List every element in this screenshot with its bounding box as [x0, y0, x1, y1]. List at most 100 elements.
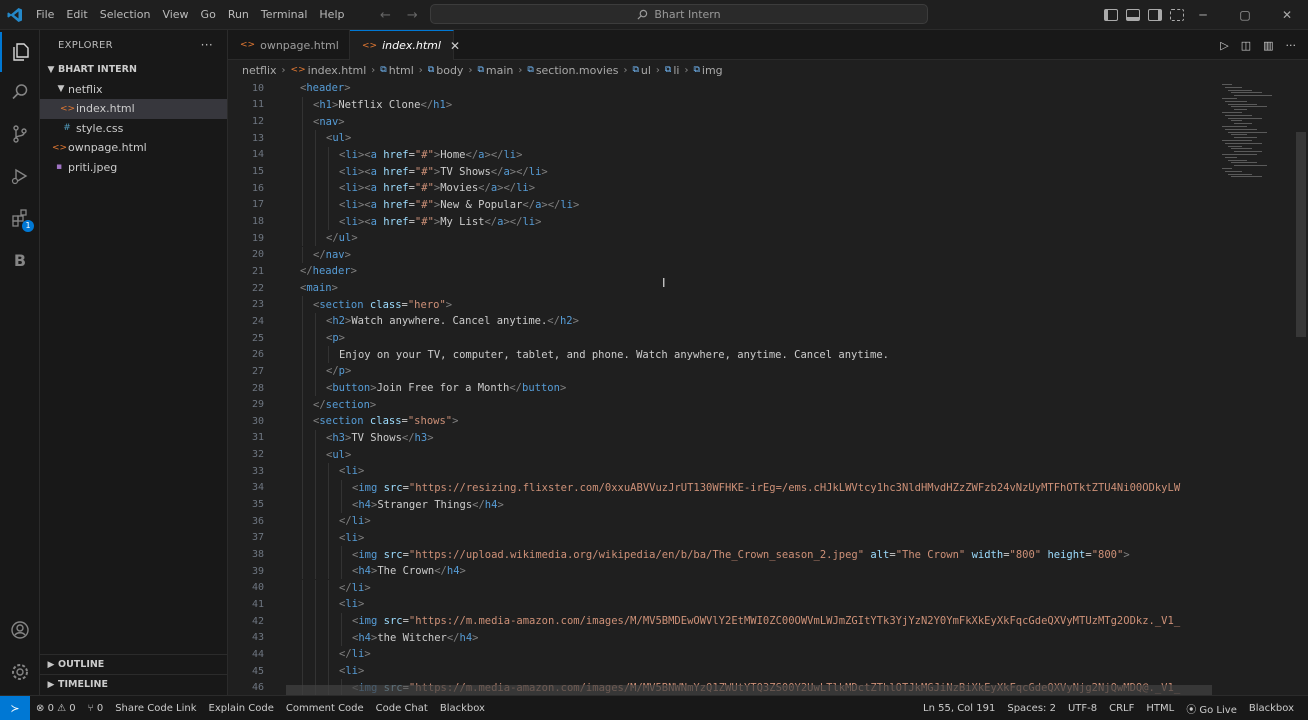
search-icon[interactable] [0, 72, 40, 112]
language-mode[interactable]: HTML [1140, 703, 1180, 714]
line-number: 17 [251, 199, 264, 211]
code-token: > [427, 431, 434, 444]
files-icon[interactable] [0, 32, 40, 72]
status-code-chat[interactable]: Code Chat [370, 703, 434, 714]
menu-item-selection[interactable]: Selection [94, 0, 157, 30]
back-arrow-icon[interactable]: ← [380, 8, 391, 23]
code-content: <header> [300, 82, 351, 94]
tab-index-html[interactable]: <> index.html ✕ [350, 30, 460, 60]
explorer-header: EXPLORER ··· [40, 30, 227, 60]
code-editor[interactable]: 10 <header> 11 <h1>Netflix Clone</h1> 12 <nav… [228, 80, 1308, 695]
vertical-scrollbar[interactable] [1296, 132, 1306, 337]
run-debug-icon[interactable] [0, 156, 40, 196]
menu-item-help[interactable]: Help [313, 0, 350, 30]
code-token: section [325, 398, 370, 411]
minimap[interactable] [1218, 80, 1286, 180]
code-line: 24 <h2>Watch anywhere. Cancel anytime.</h… [228, 313, 1228, 330]
indent-guide [302, 646, 303, 663]
blackbox-icon[interactable]: B [0, 240, 40, 280]
problems-indicator[interactable]: ⊗ 0 ⚠ 0 [30, 703, 82, 714]
account-icon[interactable] [0, 610, 40, 650]
line-number: 46 [251, 682, 264, 694]
code-line: 44 </li> [228, 646, 1228, 663]
indent-guide [328, 346, 329, 364]
workspace-folder[interactable]: ▼ BHART INTERN [40, 60, 227, 80]
code-token: href [383, 215, 409, 228]
timeline-section[interactable]: ▶ TIMELINE [40, 674, 228, 694]
breadcrumb-item[interactable]: ul [641, 64, 651, 77]
line-number: 25 [251, 332, 264, 344]
minimap-line [1222, 84, 1232, 85]
blackbox-status[interactable]: Blackbox [1243, 703, 1300, 714]
tree-item-netflix-folder[interactable]: ▼ netflix [40, 80, 227, 100]
source-control-icon[interactable] [0, 114, 40, 154]
menu-item-edit[interactable]: Edit [60, 0, 93, 30]
ports-indicator[interactable]: ⑂ 0 [82, 703, 110, 714]
go-live-button[interactable]: ⦿ Go Live [1180, 701, 1243, 716]
split-editor-icon[interactable]: ▥ [1263, 39, 1273, 52]
code-token: ul [332, 132, 345, 145]
menu-item-view[interactable]: View [156, 0, 194, 30]
tree-item-index-html[interactable]: <> index.html [40, 99, 227, 119]
command-center-search[interactable]: Bhart Intern [430, 4, 928, 24]
toggle-panel-icon[interactable] [1126, 9, 1140, 21]
settings-gear-icon[interactable] [0, 652, 40, 692]
code-content: <li> [339, 465, 364, 477]
code-content: <li><a href="#">New & Popular</a></li> [339, 199, 579, 211]
encoding[interactable]: UTF-8 [1062, 703, 1103, 714]
close-window-button[interactable]: ✕ [1266, 0, 1308, 30]
end-of-line[interactable]: CRLF [1103, 703, 1140, 714]
more-icon[interactable]: ··· [1286, 39, 1297, 52]
menu-item-go[interactable]: Go [195, 0, 222, 30]
menu-item-file[interactable]: File [30, 0, 60, 30]
cursor-position[interactable]: Ln 55, Col 191 [917, 703, 1001, 714]
breadcrumb-item[interactable]: li [673, 64, 679, 77]
remote-indicator-icon[interactable]: ≻ [0, 696, 30, 720]
breadcrumb-item[interactable]: index.html [308, 64, 367, 77]
toggle-primary-sidebar-icon[interactable] [1104, 9, 1118, 21]
breadcrumb-item[interactable]: body [436, 64, 463, 77]
maximize-button[interactable]: ▢ [1224, 0, 1266, 30]
outline-section[interactable]: ▶ OUTLINE [40, 654, 228, 674]
breadcrumb-item[interactable]: netflix [242, 64, 277, 77]
breadcrumb-item[interactable]: html [389, 64, 414, 77]
status-explain-code[interactable]: Explain Code [203, 703, 280, 714]
indent-guide [302, 379, 303, 397]
toggle-secondary-sidebar-icon[interactable] [1148, 9, 1162, 21]
horizontal-scrollbar[interactable] [286, 685, 1212, 695]
symbol-element-icon: ⧉ [477, 65, 484, 75]
tree-item-ownpage-html[interactable]: <> ownpage.html [40, 138, 227, 158]
menu-item-terminal[interactable]: Terminal [255, 0, 314, 30]
minimap-line [1231, 176, 1262, 178]
forward-arrow-icon[interactable]: → [407, 8, 418, 23]
breadcrumb-item[interactable]: section.movies [536, 64, 619, 77]
status-comment-code[interactable]: Comment Code [280, 703, 370, 714]
code-line: 33 <li> [228, 463, 1228, 480]
line-number: 21 [251, 265, 264, 277]
open-preview-icon[interactable]: ◫ [1241, 39, 1251, 52]
html-file-icon: <> [240, 40, 256, 50]
indent-guide [302, 363, 303, 380]
tab-ownpage-html[interactable]: <> ownpage.html [228, 30, 350, 60]
minimap-line [1228, 173, 1252, 175]
status-blackbox[interactable]: Blackbox [434, 703, 491, 714]
more-icon[interactable]: ··· [201, 38, 213, 52]
code-token: h3 [332, 431, 345, 444]
breadcrumb-item[interactable]: img [702, 64, 723, 77]
status-share-code-link[interactable]: Share Code Link [109, 703, 202, 714]
minimize-button[interactable]: ─ [1182, 0, 1224, 30]
menu-item-run[interactable]: Run [222, 0, 255, 30]
close-icon[interactable]: ✕ [450, 39, 460, 53]
tree-item-priti-jpeg[interactable]: ▪ priti.jpeg [40, 158, 227, 178]
code-token: > [357, 465, 365, 478]
code-token: >< [357, 165, 371, 178]
breadcrumb-item[interactable]: main [486, 64, 513, 77]
minimap-line [1222, 126, 1247, 127]
workspace-folder-label: BHART INTERN [58, 64, 137, 76]
tree-item-style-css[interactable]: # style.css [40, 119, 227, 139]
code-token: li [345, 598, 358, 611]
extensions-icon[interactable]: 1 [0, 198, 40, 238]
indentation[interactable]: Spaces: 2 [1001, 703, 1062, 714]
run-icon[interactable]: ▷ [1220, 39, 1228, 52]
code-content: <ul> [326, 132, 351, 144]
